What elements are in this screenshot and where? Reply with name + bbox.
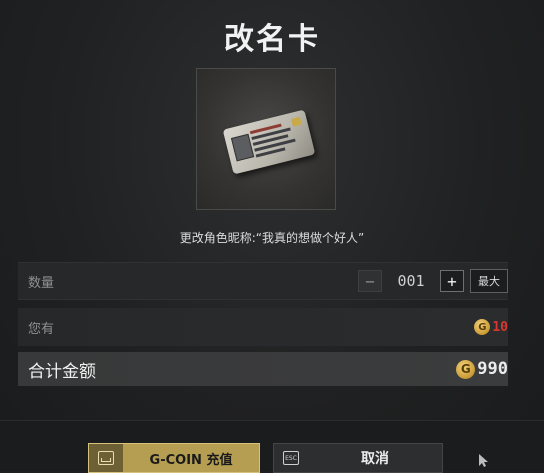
card-chip <box>291 116 302 127</box>
quantity-increase-button[interactable]: + <box>440 270 464 292</box>
total-label: 合计金额 <box>28 361 96 382</box>
esc-key-hint: ESC <box>274 444 308 472</box>
rename-card-image <box>222 109 316 175</box>
dialog-title: 改名卡 <box>224 22 320 57</box>
gcoin-icon: G <box>474 319 491 335</box>
quantity-label: 数量 <box>28 275 55 291</box>
balance-row: 您有 G 10 <box>18 308 508 346</box>
action-bar: G-COIN 充值 ESC 取消 <box>0 420 544 473</box>
recharge-button-label: G-COIN 充值 <box>149 452 233 468</box>
quantity-value: 001 <box>397 272 425 290</box>
balance-value: 10 <box>492 319 508 335</box>
space-key-hint <box>89 444 123 472</box>
total-value: 990 <box>477 359 508 379</box>
quantity-decrease-button[interactable]: − <box>358 270 382 292</box>
cursor-arrow-icon <box>476 452 492 468</box>
cancel-button-label: 取消 <box>361 451 389 467</box>
space-key-icon <box>98 451 114 465</box>
item-description: 更改角色昵称:“我真的想做个好人” <box>179 231 365 245</box>
total-row: 合计金额 G 990 <box>18 352 508 386</box>
cancel-button[interactable]: ESC 取消 <box>273 443 443 473</box>
gcoin-icon: G <box>456 359 476 379</box>
gcoin-recharge-button[interactable]: G-COIN 充值 <box>88 443 260 473</box>
quantity-row: 数量 − 001 + 最大 <box>18 262 508 300</box>
item-preview <box>196 68 336 210</box>
quantity-max-button[interactable]: 最大 <box>470 269 508 293</box>
esc-key-icon: ESC <box>283 451 299 465</box>
balance-label: 您有 <box>28 321 55 337</box>
